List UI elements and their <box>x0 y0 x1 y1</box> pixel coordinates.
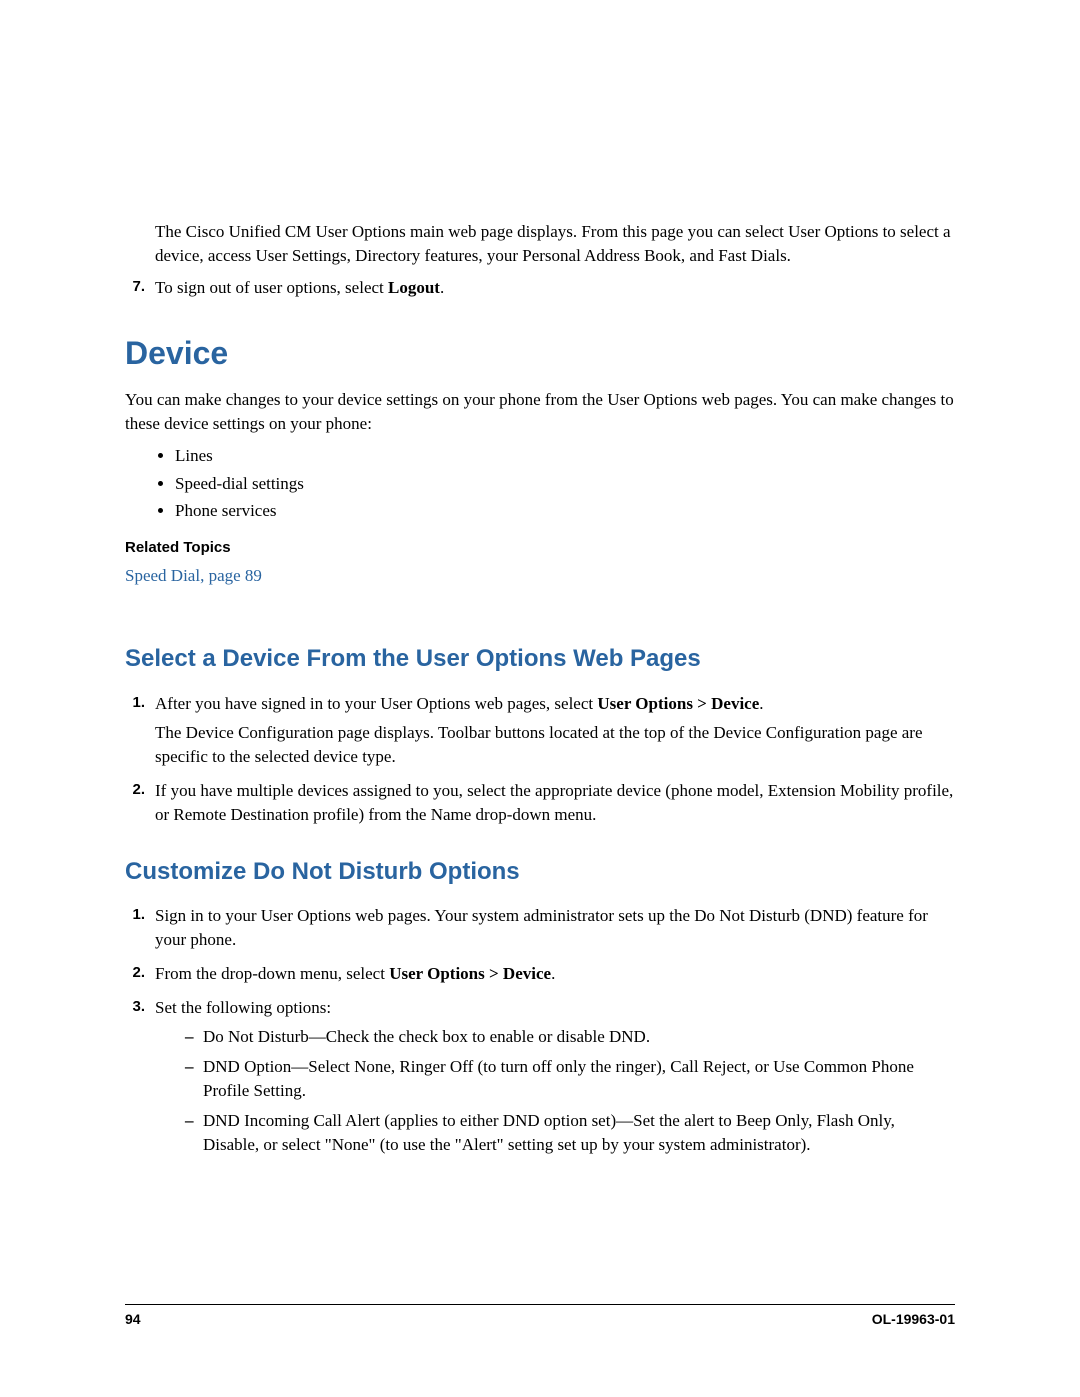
step7-suffix: . <box>440 278 444 297</box>
step-number: 1. <box>125 904 155 952</box>
step-text: Set the following options: Do Not Distur… <box>155 996 955 1163</box>
step-number: 1. <box>125 692 155 769</box>
bullet-item: Lines <box>175 444 955 468</box>
device-intro: You can make changes to your device sett… <box>125 388 955 436</box>
step-number: 3. <box>125 996 155 1163</box>
dash-item: DND Option—Select None, Ringer Off (to t… <box>185 1055 955 1103</box>
heading-select-device: Select a Device From the User Options We… <box>125 642 955 676</box>
step2-prefix: From the drop-down menu, select <box>155 964 389 983</box>
page-footer: 94 OL-19963-01 <box>125 1304 955 1327</box>
bullet-item: Phone services <box>175 499 955 523</box>
dnd-options-list: Do Not Disturb—Check the check box to en… <box>185 1025 955 1156</box>
step1-suffix: . <box>759 694 763 713</box>
step-3: 3. Set the following options: Do Not Dis… <box>125 996 955 1163</box>
document-id: OL-19963-01 <box>872 1311 955 1327</box>
dash-item: DND Incoming Call Alert (applies to eith… <box>185 1109 955 1157</box>
step-7: 7. To sign out of user options, select L… <box>125 276 955 300</box>
step-number: 2. <box>125 779 155 827</box>
step2-bold: User Options > Device <box>389 964 551 983</box>
step-text: After you have signed in to your User Op… <box>155 692 955 769</box>
dash-text: DND Option—Select None, Ringer Off (to t… <box>203 1055 955 1103</box>
step-1: 1. Sign in to your User Options web page… <box>125 904 955 952</box>
step-text: Sign in to your User Options web pages. … <box>155 904 955 952</box>
dash-text: Do Not Disturb—Check the check box to en… <box>203 1025 955 1049</box>
select-device-steps: 1. After you have signed in to your User… <box>125 692 955 827</box>
step7-bold: Logout <box>388 278 440 297</box>
step2-suffix: . <box>551 964 555 983</box>
step1-subtext: The Device Configuration page displays. … <box>155 721 955 769</box>
step-1: 1. After you have signed in to your User… <box>125 692 955 769</box>
intro-paragraph: The Cisco Unified CM User Options main w… <box>155 220 955 268</box>
step1-prefix: After you have signed in to your User Op… <box>155 694 597 713</box>
heading-dnd: Customize Do Not Disturb Options <box>125 855 955 889</box>
step-text: To sign out of user options, select Logo… <box>155 276 955 300</box>
page-number: 94 <box>125 1311 141 1327</box>
step-text: From the drop-down menu, select User Opt… <box>155 962 955 986</box>
device-bullets: Lines Speed-dial settings Phone services <box>175 444 955 523</box>
dash-item: Do Not Disturb—Check the check box to en… <box>185 1025 955 1049</box>
step-number: 2. <box>125 962 155 986</box>
related-topics-label: Related Topics <box>125 537 955 558</box>
step-2: 2. If you have multiple devices assigned… <box>125 779 955 827</box>
document-body: The Cisco Unified CM User Options main w… <box>125 220 955 1162</box>
step3-text: Set the following options: <box>155 998 331 1017</box>
bullet-item: Speed-dial settings <box>175 472 955 496</box>
heading-device: Device <box>125 331 955 376</box>
step-text: If you have multiple devices assigned to… <box>155 779 955 827</box>
related-topic-link[interactable]: Speed Dial, page 89 <box>125 564 262 588</box>
step-2: 2. From the drop-down menu, select User … <box>125 962 955 986</box>
step7-prefix: To sign out of user options, select <box>155 278 388 297</box>
step-number: 7. <box>125 276 155 300</box>
step1-bold: User Options > Device <box>597 694 759 713</box>
dash-text: DND Incoming Call Alert (applies to eith… <box>203 1109 955 1157</box>
dnd-steps: 1. Sign in to your User Options web page… <box>125 904 955 1162</box>
